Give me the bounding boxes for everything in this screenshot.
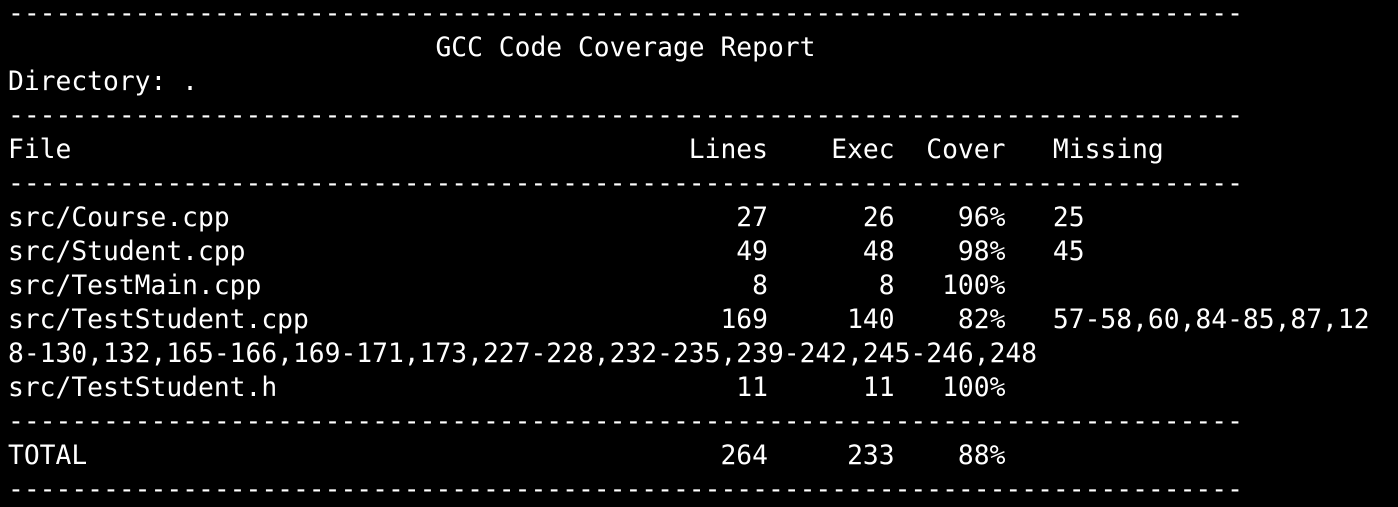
- total-row: TOTAL 264 233 88%: [8, 441, 1006, 471]
- terminal-output: ----------------------------------------…: [8, 0, 1370, 507]
- report-title: GCC Code Coverage Report: [8, 33, 816, 63]
- table-header: File Lines Exec Cover Missing: [8, 135, 1164, 165]
- directory-line: Directory: .: [8, 67, 198, 97]
- separator-line: ----------------------------------------…: [8, 169, 1243, 199]
- table-row-wrapped: 8-130,132,165-166,169-171,173,227-228,23…: [8, 339, 1038, 369]
- table-row: src/TestStudent.cpp 169 140 82% 57-58,60…: [8, 305, 1370, 335]
- separator-line: ----------------------------------------…: [8, 0, 1243, 29]
- separator-line: ----------------------------------------…: [8, 101, 1243, 131]
- table-row: src/TestStudent.h 11 11 100%: [8, 373, 1006, 403]
- table-row: src/Course.cpp 27 26 96% 25: [8, 203, 1085, 233]
- separator-line: ----------------------------------------…: [8, 407, 1243, 437]
- table-row: src/TestMain.cpp 8 8 100%: [8, 271, 1006, 301]
- table-row: src/Student.cpp 49 48 98% 45: [8, 237, 1085, 267]
